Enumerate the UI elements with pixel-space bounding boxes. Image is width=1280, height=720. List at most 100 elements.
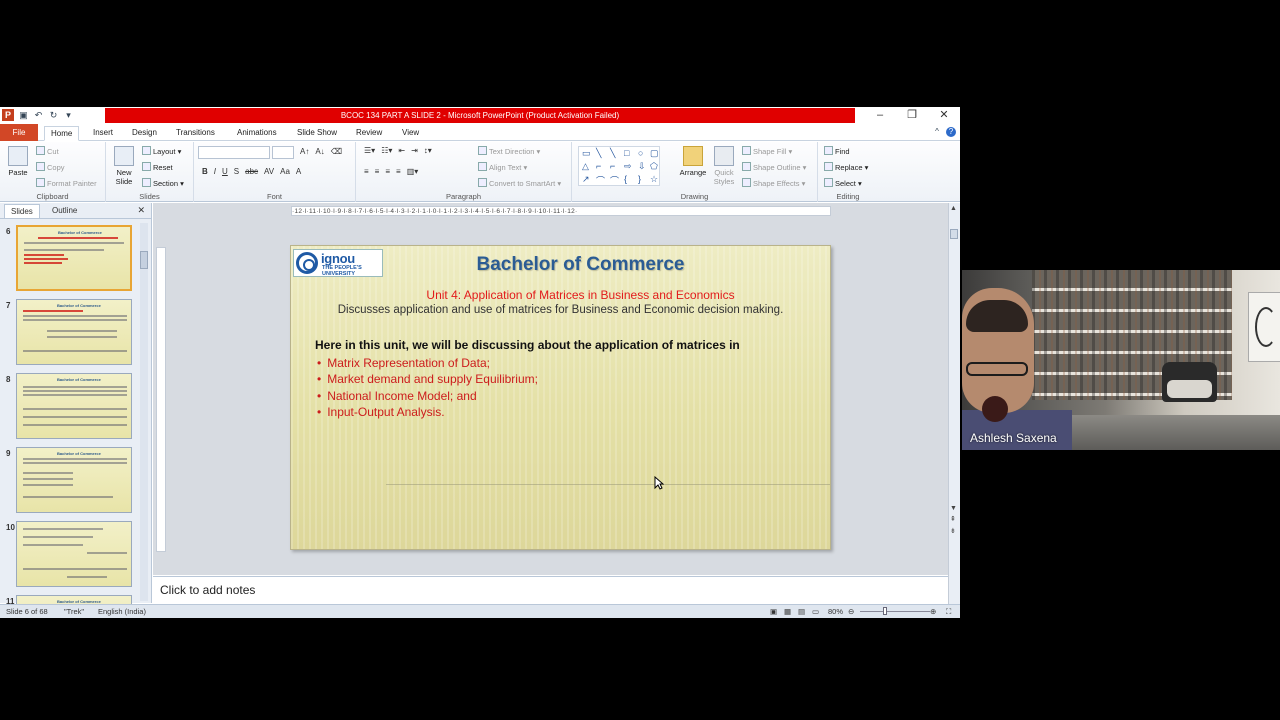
new-slide-button[interactable]: New Slide	[110, 146, 138, 186]
tab-home[interactable]: Home	[44, 126, 80, 141]
align-left-icon[interactable]: ≡	[364, 167, 369, 176]
arc-shape-icon[interactable]: ⌒	[610, 174, 619, 187]
cut-button[interactable]: Cut	[36, 146, 59, 156]
font-name-input[interactable]	[198, 146, 270, 159]
shape-effects-button[interactable]: Shape Effects ▾	[742, 178, 805, 188]
help-icon[interactable]: ?	[946, 127, 956, 137]
zoom-level[interactable]: 80%	[828, 607, 843, 616]
underline-button[interactable]: U	[222, 167, 228, 176]
redo-icon[interactable]: ↻	[48, 109, 59, 121]
quick-styles-button[interactable]: Quick Styles	[710, 146, 738, 186]
reading-view-icon[interactable]: ▤	[798, 607, 805, 616]
powerpoint-app-icon[interactable]: P	[2, 109, 14, 121]
slides-pane-scroll-thumb[interactable]	[140, 251, 148, 269]
current-slide[interactable]: ignou THE PEOPLE'S UNIVERSITY Bachelor o…	[290, 245, 831, 550]
columns-icon[interactable]: ▥▾	[407, 167, 419, 176]
previous-slide-icon[interactable]: ⇞	[950, 515, 956, 523]
convert-smartart-button[interactable]: Convert to SmartArt ▾	[478, 178, 561, 188]
slides-pane-scrollbar[interactable]	[140, 223, 148, 601]
next-slide-icon[interactable]: ⇟	[950, 527, 956, 535]
find-button[interactable]: Find	[824, 146, 850, 156]
shape-outline-button[interactable]: Shape Outline ▾	[742, 162, 806, 172]
tab-transitions[interactable]: Transitions	[170, 126, 221, 141]
brace-left-shape-icon[interactable]: {	[624, 174, 627, 184]
section-button[interactable]: Section ▾	[142, 178, 184, 188]
elbow2-shape-icon[interactable]: ⌐	[610, 161, 615, 171]
arrow-right-shape-icon[interactable]: ⇨	[624, 161, 632, 172]
slide-thumbnail-6[interactable]: 6 Bachelor of Commerce	[0, 225, 140, 293]
editor-scrollbar[interactable]: ▲ ▼ ⇞ ⇟	[948, 203, 960, 618]
horizontal-ruler[interactable]: ·12·l·11·l·10·l·9·l·8·l·7·l·6·l·5·l·4·l·…	[291, 206, 831, 216]
format-painter-button[interactable]: Format Painter	[36, 178, 97, 188]
tab-file[interactable]: File	[0, 124, 38, 141]
slide-thumbnail-7[interactable]: 7 Bachelor of Commerce	[0, 299, 140, 367]
shapes-gallery[interactable]: ▭ ╲ ╲ □ ○ ▢ △ ⌐ ⌐ ⇨ ⇩ ⬠ ↗ ⌒ ⌒ { } ☆	[578, 146, 660, 186]
webcam-video-tile[interactable]	[962, 270, 1280, 450]
minimize-ribbon-icon[interactable]: ^	[932, 127, 942, 137]
numbering-icon[interactable]: ☷▾	[381, 146, 392, 155]
copy-button[interactable]: Copy	[36, 162, 65, 172]
save-icon[interactable]: ▣	[18, 109, 29, 121]
select-button[interactable]: Select ▾	[824, 178, 862, 188]
bullets-icon[interactable]: ☰▾	[364, 146, 375, 155]
scroll-up-icon[interactable]: ▲	[950, 205, 957, 212]
font-color-button[interactable]: A	[296, 167, 301, 176]
square-shape-icon[interactable]: □	[624, 148, 629, 158]
close-pane-icon[interactable]: ✕	[137, 205, 145, 216]
reset-button[interactable]: Reset	[142, 162, 173, 172]
grow-font-icon[interactable]: A↑	[300, 147, 309, 156]
shadow-button[interactable]: S	[234, 167, 239, 176]
clear-format-icon[interactable]: ⌫	[331, 147, 342, 156]
rectangle-shape-icon[interactable]: ▭	[582, 148, 591, 159]
editor-scroll-thumb[interactable]	[950, 229, 958, 239]
arrow-shape-icon[interactable]: ↗	[582, 174, 590, 185]
slide-sorter-icon[interactable]: ▦	[784, 607, 791, 616]
zoom-in-icon[interactable]: ⊕	[930, 607, 936, 616]
font-size-input[interactable]	[272, 146, 294, 159]
char-spacing-button[interactable]: AV	[264, 167, 274, 176]
normal-view-icon[interactable]: ▣	[770, 607, 777, 616]
line-spacing-icon[interactable]: ↕▾	[424, 146, 432, 155]
align-center-icon[interactable]: ≡	[375, 167, 380, 176]
zoom-out-icon[interactable]: ⊖	[848, 607, 854, 616]
elbow-shape-icon[interactable]: ⌐	[596, 161, 601, 171]
language-indicator[interactable]: English (India)	[98, 607, 146, 616]
decrease-indent-icon[interactable]: ⇤	[398, 146, 405, 155]
paste-button[interactable]: Paste	[5, 146, 31, 177]
shrink-font-icon[interactable]: A↓	[315, 147, 324, 156]
layout-button[interactable]: Layout ▾	[142, 146, 181, 156]
tab-animations[interactable]: Animations	[231, 126, 283, 141]
pentagon-shape-icon[interactable]: ⬠	[650, 161, 658, 172]
line-shape-icon[interactable]: ╲	[596, 148, 601, 159]
arrow-down-shape-icon[interactable]: ⇩	[638, 161, 646, 172]
tab-slides[interactable]: Slides	[4, 204, 40, 218]
notes-pane[interactable]: Click to add notes	[153, 576, 948, 603]
align-text-button[interactable]: Align Text ▾	[478, 162, 527, 172]
zoom-slider-knob[interactable]	[883, 607, 887, 615]
justify-icon[interactable]: ≡	[396, 167, 401, 176]
rounded-rect-shape-icon[interactable]: ▢	[650, 148, 659, 159]
slide-show-icon[interactable]: ▭	[812, 607, 819, 616]
triangle-shape-icon[interactable]: △	[582, 161, 589, 172]
star-shape-icon[interactable]: ☆	[650, 174, 658, 185]
replace-button[interactable]: Replace ▾	[824, 162, 868, 172]
oval-shape-icon[interactable]: ○	[638, 148, 643, 158]
bold-button[interactable]: B	[202, 167, 208, 176]
minimize-button[interactable]: –	[864, 107, 896, 124]
tab-view[interactable]: View	[396, 126, 425, 141]
strikethrough-button[interactable]: abc	[245, 167, 258, 176]
fit-slide-icon[interactable]: ⛶	[946, 607, 951, 617]
tab-review[interactable]: Review	[350, 126, 388, 141]
scroll-down-icon[interactable]: ▼	[950, 505, 957, 512]
line2-shape-icon[interactable]: ╲	[610, 148, 615, 159]
brace-right-shape-icon[interactable]: }	[638, 174, 641, 184]
customize-qat-icon[interactable]: ▾	[63, 109, 74, 121]
slide-thumbnail-8[interactable]: 8 Bachelor of Commerce	[0, 373, 140, 441]
text-direction-button[interactable]: Text Direction ▾	[478, 146, 540, 156]
tab-design[interactable]: Design	[126, 126, 163, 141]
tab-outline[interactable]: Outline	[46, 204, 83, 217]
italic-button[interactable]: I	[214, 167, 216, 176]
undo-icon[interactable]: ↶	[33, 109, 44, 121]
tab-slide-show[interactable]: Slide Show	[291, 126, 343, 141]
zoom-slider[interactable]	[860, 611, 930, 612]
